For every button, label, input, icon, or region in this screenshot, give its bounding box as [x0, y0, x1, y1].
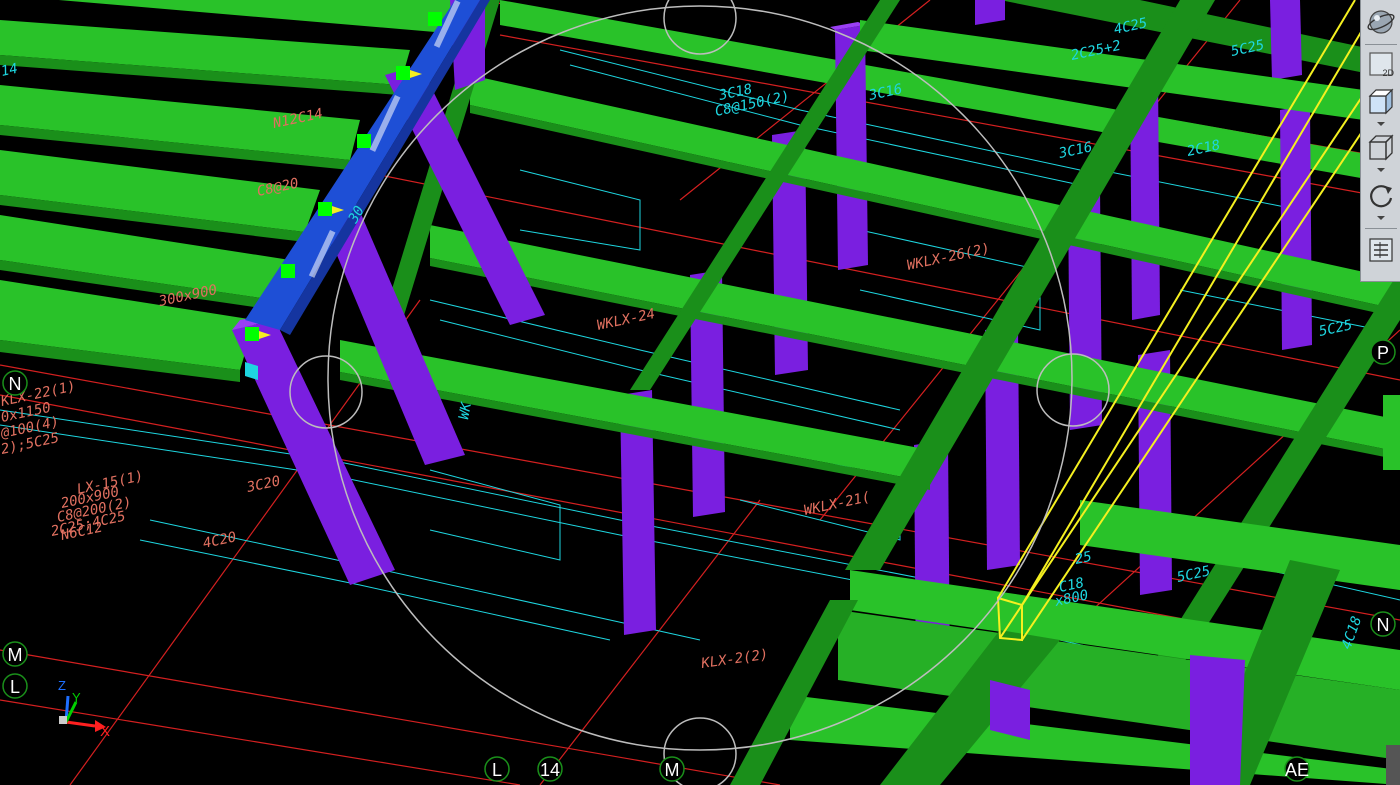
properties-panel-icon	[1369, 238, 1393, 262]
properties-panel-button[interactable]	[1365, 234, 1397, 266]
grip-square[interactable]	[281, 264, 295, 278]
wireframe-box-icon	[1368, 134, 1394, 161]
axis-label: M	[665, 760, 680, 780]
grip-square[interactable]	[396, 66, 410, 80]
ucs-x-label: X	[100, 723, 110, 740]
navigation-toolbar: 2D	[1360, 0, 1400, 282]
axis-label: 14	[540, 760, 560, 780]
view-2d-button[interactable]: 2D	[1365, 48, 1397, 80]
beam	[1383, 395, 1400, 470]
ucs-z-label: Z	[58, 678, 66, 693]
axis-label: M	[8, 645, 23, 665]
grip-square[interactable]	[357, 134, 371, 148]
grip-square[interactable]	[318, 202, 332, 216]
wireframe-box-button[interactable]	[1365, 132, 1397, 164]
grip-square[interactable]	[245, 327, 259, 341]
axis-label: L	[492, 760, 502, 780]
grip-square[interactable]	[428, 12, 442, 26]
axis-label: AE	[1285, 760, 1309, 780]
chevron-down-icon[interactable]	[1377, 216, 1385, 220]
toolbar-separator	[1365, 44, 1397, 45]
ucs-y-label: Y	[72, 690, 81, 705]
orbit-icon	[1367, 10, 1395, 34]
column	[990, 680, 1030, 740]
viewport-canvas[interactable]: WKLX-26(2) WKLX-24 WKLX-21( KLX-2(2) KLX…	[0, 0, 1400, 785]
axis-label: N	[9, 374, 22, 394]
orbit-button[interactable]	[1365, 6, 1397, 38]
perspective-box-icon	[1368, 88, 1394, 115]
perspective-view-button[interactable]	[1365, 86, 1397, 118]
rotate-icon	[1370, 185, 1393, 208]
scrollbar-stub[interactable]	[1386, 745, 1400, 785]
view-2d-label: 2D	[1382, 68, 1394, 78]
rotate-button[interactable]	[1365, 180, 1397, 212]
model-viewport[interactable]: WKLX-26(2) WKLX-24 WKLX-21( KLX-2(2) KLX…	[0, 0, 1400, 785]
axis-label: L	[10, 677, 20, 697]
column	[1270, 0, 1302, 80]
chevron-down-icon[interactable]	[1377, 122, 1385, 126]
axis-label: N	[1377, 615, 1390, 635]
ucs-origin	[59, 716, 67, 724]
axis-label: P	[1377, 343, 1389, 363]
column	[1190, 655, 1245, 785]
chevron-down-icon[interactable]	[1377, 168, 1385, 172]
toolbar-separator	[1365, 228, 1397, 229]
